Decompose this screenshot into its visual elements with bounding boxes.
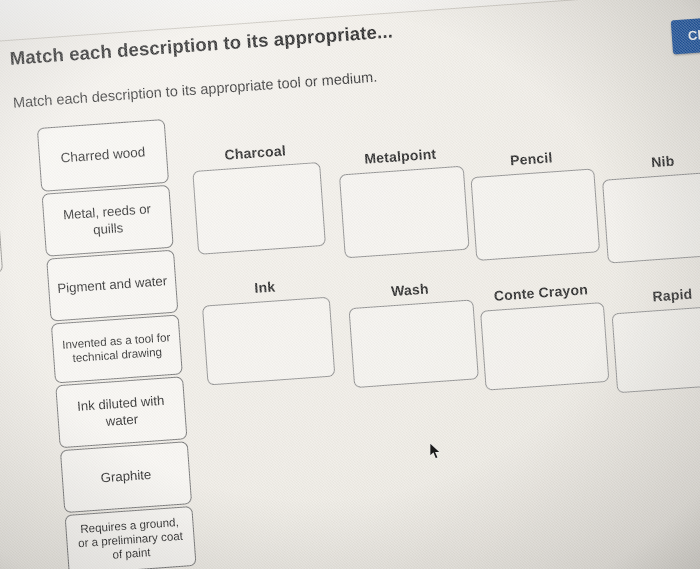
check-my-work-button[interactable]: Check my work: [670, 11, 700, 55]
drop-zone-target[interactable]: [192, 161, 326, 255]
drop-zone-ink[interactable]: Ink: [201, 278, 336, 386]
drop-zone-label: Wash: [390, 280, 430, 300]
description-tile[interactable]: Metal, reeds or quills: [41, 184, 174, 257]
description-tile[interactable]: Pigment and water: [46, 249, 179, 322]
question-instruction: Match each description to its appropriat…: [12, 69, 378, 112]
drop-zone-label: Conte Crayon: [493, 281, 589, 304]
drop-zone-label: Nib: [650, 152, 675, 171]
drop-zone-charcoal[interactable]: Charcoal: [192, 142, 326, 255]
drop-zone-label: Ink: [253, 278, 276, 296]
description-tile[interactable]: Charred wood: [36, 118, 170, 192]
page-content: lp Save & Exit Submit Match each descrip…: [0, 0, 700, 569]
drop-zone-label: Charcoal: [223, 142, 287, 163]
mouse-cursor-icon: [430, 443, 441, 460]
description-tile[interactable]: Invented as a tool for technical drawing: [50, 314, 183, 384]
drop-zone-target[interactable]: [348, 299, 479, 389]
drop-zone-nib[interactable]: Nib: [601, 153, 700, 264]
drop-zone-label: Pencil: [509, 149, 554, 169]
drop-zone-target[interactable]: [470, 168, 601, 262]
drop-zone-pencil[interactable]: Pencil: [470, 149, 601, 262]
description-tile[interactable]: Graphite: [59, 441, 193, 514]
description-tile-list: Charred wood Metal, reeds or quills Pigm…: [36, 118, 197, 569]
drop-zone-target[interactable]: [338, 165, 470, 259]
drop-zone-label: Rapid: [651, 285, 693, 305]
left-edge-sliver: [0, 147, 4, 279]
drop-zone-target[interactable]: [201, 296, 336, 386]
drop-zone-conte-crayon[interactable]: Conte Crayon: [480, 281, 610, 391]
drop-zone-target[interactable]: [611, 304, 700, 394]
screenshot-photo: lp Save & Exit Submit Match each descrip…: [0, 0, 700, 569]
description-tile[interactable]: Requires a ground, or a preliminary coat…: [64, 505, 197, 569]
drop-zone-target[interactable]: [601, 170, 700, 264]
screen-surface: lp Save & Exit Submit Match each descrip…: [0, 0, 700, 569]
drop-zone-label: Metalpoint: [363, 145, 437, 167]
drop-zone-wash[interactable]: Wash: [348, 281, 479, 389]
drop-zone-target[interactable]: [480, 302, 610, 391]
description-tile[interactable]: Ink diluted with water: [55, 376, 188, 449]
drop-zone-rapid[interactable]: Rapid: [611, 286, 700, 394]
left-sliver-box-2: [0, 211, 4, 277]
drop-zone-metalpoint[interactable]: Metalpoint: [338, 146, 470, 259]
